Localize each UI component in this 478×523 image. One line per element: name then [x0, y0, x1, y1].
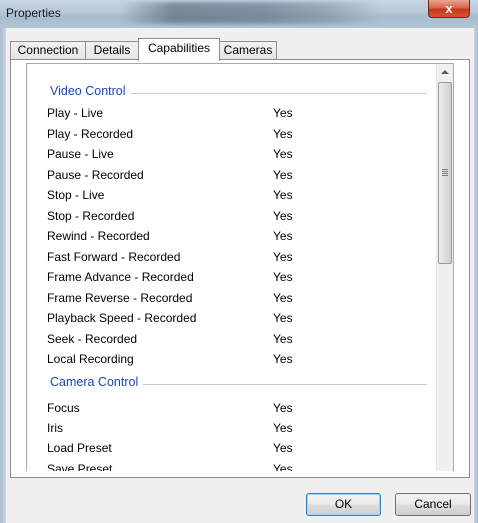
capability-value: Yes	[273, 106, 293, 120]
capability-value: Yes	[273, 270, 293, 284]
capability-value: Yes	[273, 147, 293, 161]
capability-value: Yes	[273, 209, 293, 223]
capability-name: Play - Live	[47, 106, 104, 120]
capability-value: Yes	[273, 188, 293, 202]
list-item[interactable]: Play - Live Yes	[27, 104, 438, 124]
list-item[interactable]: Local Recording Yes	[27, 350, 438, 370]
list-item[interactable]: Play - Recorded Yes	[27, 125, 438, 145]
capability-name: Save Preset	[47, 462, 113, 471]
capability-value: Yes	[273, 401, 293, 415]
list-item[interactable]: Focus Yes	[27, 399, 438, 419]
capability-value: Yes	[273, 127, 293, 141]
capability-value: Yes	[273, 311, 293, 325]
group-header-camera-control: Camera Control	[27, 375, 427, 393]
capability-name: Iris	[47, 421, 63, 435]
tab-strip: Connection Details Capabilities Cameras	[10, 38, 470, 61]
capability-name: Seek - Recorded	[47, 332, 138, 346]
capabilities-tab-page: Video Control Play - Live Yes Play - Reco…	[10, 59, 470, 478]
list-item[interactable]: Stop - Recorded Yes	[27, 207, 438, 227]
scrollbar-grip-icon	[442, 169, 448, 176]
list-item[interactable]: Playback Speed - Recorded Yes	[27, 309, 438, 329]
capability-name: Pause - Recorded	[47, 168, 144, 182]
capability-value: Yes	[273, 441, 293, 455]
list-item[interactable]: Seek - Recorded Yes	[27, 330, 438, 350]
list-item[interactable]: Pause - Recorded Yes	[27, 166, 438, 186]
title-bar-background-blur	[120, 2, 380, 24]
cancel-button[interactable]: Cancel	[395, 493, 471, 516]
capability-value: Yes	[273, 229, 293, 243]
list-item[interactable]: Iris Yes	[27, 419, 438, 439]
vertical-scrollbar[interactable]	[436, 64, 453, 471]
list-item[interactable]: Stop - Live Yes	[27, 186, 438, 206]
capability-value: Yes	[273, 332, 293, 346]
capability-name: Frame Advance - Recorded	[47, 270, 194, 284]
capability-name: Focus	[47, 401, 80, 415]
capability-value: Yes	[273, 462, 293, 471]
capability-value: Yes	[273, 421, 293, 435]
list-item[interactable]: Frame Reverse - Recorded Yes	[27, 289, 438, 309]
list-item[interactable]: Frame Advance - Recorded Yes	[27, 268, 438, 288]
close-icon[interactable]: x	[428, 0, 470, 18]
capability-name: Rewind - Recorded	[47, 229, 150, 243]
capability-value: Yes	[273, 352, 293, 366]
window-title: Properties	[6, 6, 61, 20]
list-item[interactable]: Pause - Live Yes	[27, 145, 438, 165]
capabilities-list-content: Video Control Play - Live Yes Play - Reco…	[27, 64, 438, 471]
capability-name: Load Preset	[47, 441, 112, 455]
window-frame-left	[0, 28, 6, 523]
tab-details[interactable]: Details	[85, 41, 139, 60]
capabilities-list[interactable]: Video Control Play - Live Yes Play - Reco…	[26, 63, 454, 471]
capability-name: Stop - Live	[47, 188, 105, 202]
scroll-up-arrow-icon[interactable]	[437, 64, 453, 81]
capability-name: Stop - Recorded	[47, 209, 135, 223]
capability-name: Playback Speed - Recorded	[47, 311, 197, 325]
capability-name: Local Recording	[47, 352, 134, 366]
list-item[interactable]: Fast Forward - Recorded Yes	[27, 248, 438, 268]
window-frame-right	[474, 28, 478, 523]
capability-value: Yes	[273, 250, 293, 264]
capability-name: Pause - Live	[47, 147, 114, 161]
capability-name: Fast Forward - Recorded	[47, 250, 181, 264]
group-title: Camera Control	[50, 375, 144, 389]
ok-button[interactable]: OK	[306, 493, 381, 516]
list-item[interactable]: Save Preset Yes	[27, 460, 438, 471]
title-bar[interactable]: Properties x	[0, 0, 478, 28]
properties-dialog: Properties x Connection Details Capabili…	[0, 0, 478, 523]
capability-value: Yes	[273, 291, 293, 305]
group-title: Video Control	[50, 84, 131, 98]
list-item[interactable]: Rewind - Recorded Yes	[27, 227, 438, 247]
group-header-video-control: Video Control	[27, 84, 427, 102]
capability-value: Yes	[273, 168, 293, 182]
tab-connection[interactable]: Connection	[10, 41, 86, 60]
tab-cameras[interactable]: Cameras	[219, 41, 277, 60]
capability-name: Play - Recorded	[47, 127, 134, 141]
capability-name: Frame Reverse - Recorded	[47, 291, 193, 305]
scrollbar-thumb[interactable]	[438, 82, 452, 264]
list-item[interactable]: Load Preset Yes	[27, 439, 438, 459]
tab-capabilities[interactable]: Capabilities	[138, 38, 220, 61]
